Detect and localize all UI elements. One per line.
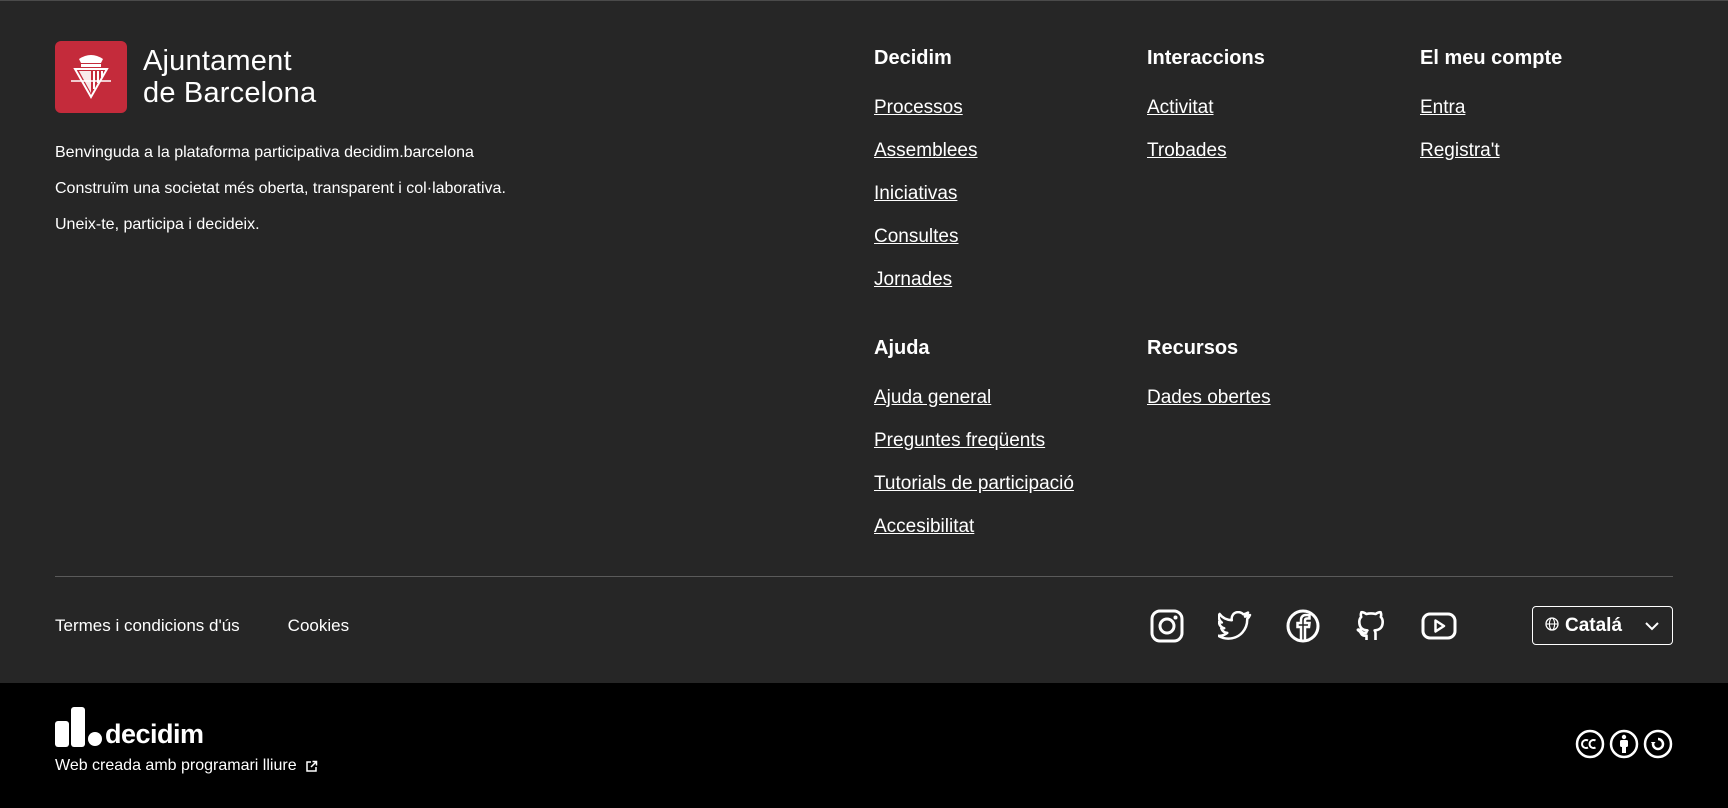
decidim-wordmark: decidim bbox=[105, 719, 204, 749]
globe-icon bbox=[1545, 615, 1559, 637]
link-jornades[interactable]: Jornades bbox=[874, 268, 978, 292]
link-entra[interactable]: Entra bbox=[1420, 96, 1562, 120]
link-preguntes-frequents[interactable]: Preguntes freqüents bbox=[874, 429, 1074, 453]
external-link-icon bbox=[305, 760, 318, 773]
decidim-mark-icon bbox=[55, 707, 102, 747]
footer-column-interaccions: Interaccions Activitat Trobades bbox=[1147, 46, 1265, 182]
license-icons[interactable] bbox=[1571, 729, 1673, 764]
intro-line: Construïm una societat més oberta, trans… bbox=[55, 180, 506, 197]
column-title: Ajuda bbox=[874, 337, 930, 359]
link-dades-obertes[interactable]: Dades obertes bbox=[1147, 386, 1271, 410]
column-title: Decidim bbox=[874, 47, 952, 69]
decidim-logo[interactable]: decidim bbox=[55, 707, 204, 749]
creative-commons-icon bbox=[1575, 729, 1605, 764]
link-ajuda-general[interactable]: Ajuda general bbox=[874, 386, 1074, 410]
youtube-icon[interactable] bbox=[1420, 607, 1458, 645]
intro-line: Benvinguda a la plataforma participativa… bbox=[55, 144, 474, 161]
instagram-icon[interactable] bbox=[1148, 607, 1186, 645]
footer-column-compte: El meu compte Entra Registra't bbox=[1420, 46, 1562, 182]
footer-column-decidim: Decidim Processos Assemblees Iniciativas… bbox=[874, 46, 978, 311]
ajuntament-wordmark: Ajuntament de Barcelona bbox=[143, 45, 316, 109]
link-tutorials[interactable]: Tutorials de participació bbox=[874, 472, 1074, 496]
social-links bbox=[1148, 607, 1488, 645]
link-processos[interactable]: Processos bbox=[874, 96, 978, 120]
credit-text: Web creada amb programari lliure bbox=[55, 757, 297, 774]
chevron-down-icon bbox=[1644, 615, 1660, 637]
brand-line-2: de Barcelona bbox=[143, 77, 317, 109]
link-assemblees[interactable]: Assemblees bbox=[874, 139, 978, 163]
terms-link[interactable]: Termes i condicions d'ús bbox=[55, 616, 240, 636]
barcelona-crest-icon bbox=[55, 41, 127, 113]
column-title: Recursos bbox=[1147, 337, 1239, 359]
github-icon[interactable] bbox=[1352, 607, 1390, 645]
link-consultes[interactable]: Consultes bbox=[874, 225, 978, 249]
footer-column-ajuda: Ajuda Ajuda general Preguntes freqüents … bbox=[874, 336, 1074, 558]
cookies-link[interactable]: Cookies bbox=[288, 616, 349, 636]
credit-line[interactable]: Web creada amb programari lliure bbox=[55, 757, 318, 775]
intro-line: Uneix-te, participa i decideix. bbox=[55, 216, 260, 233]
footer-bottom: decidim Web creada amb programari lliure bbox=[0, 683, 1728, 808]
footer-column-recursos: Recursos Dades obertes bbox=[1147, 336, 1271, 429]
link-trobades[interactable]: Trobades bbox=[1147, 139, 1265, 163]
language-selector[interactable]: Catalá bbox=[1532, 606, 1673, 645]
link-registra[interactable]: Registra't bbox=[1420, 139, 1562, 163]
link-accesibilitat[interactable]: Accesibilitat bbox=[874, 515, 1074, 539]
intro-text: Benvinguda a la plataforma participativa… bbox=[55, 143, 506, 251]
column-title: El meu compte bbox=[1420, 47, 1563, 69]
legal-links: Termes i condicions d'ús Cookies bbox=[55, 616, 397, 636]
footer-divider bbox=[55, 576, 1673, 577]
footer-main: Ajuntament de Barcelona Benvinguda a la … bbox=[0, 0, 1728, 683]
brand-line-1: Ajuntament bbox=[143, 45, 292, 77]
twitter-icon[interactable] bbox=[1216, 607, 1254, 645]
column-title: Interaccions bbox=[1147, 47, 1265, 69]
link-iniciativas[interactable]: Iniciativas bbox=[874, 182, 978, 206]
language-selected: Catalá bbox=[1565, 614, 1623, 636]
ajuntament-logo[interactable]: Ajuntament de Barcelona bbox=[55, 41, 316, 113]
link-activitat[interactable]: Activitat bbox=[1147, 96, 1265, 120]
share-alike-icon bbox=[1643, 729, 1673, 764]
attribution-icon bbox=[1609, 729, 1639, 764]
facebook-icon[interactable] bbox=[1284, 607, 1322, 645]
